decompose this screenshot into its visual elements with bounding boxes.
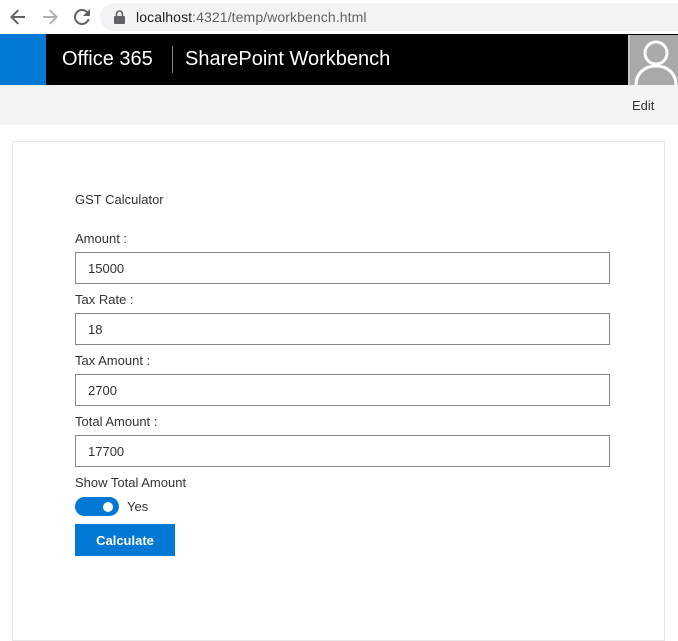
tax-rate-label: Tax Rate : (75, 292, 134, 307)
show-total-toggle[interactable] (75, 497, 119, 516)
url-path: :4321/temp/workbench.html (192, 9, 367, 25)
lock-icon (114, 10, 126, 24)
tax-rate-input[interactable] (75, 313, 610, 345)
user-avatar-button[interactable] (628, 35, 678, 85)
app-title: SharePoint Workbench (185, 48, 391, 70)
app-launcher-button[interactable] (0, 34, 46, 85)
forward-button[interactable] (38, 5, 62, 29)
browser-toolbar: localhost:4321/temp/workbench.html (0, 0, 678, 34)
brand-label[interactable]: Office 365 (62, 48, 153, 71)
url-text: localhost:4321/temp/workbench.html (136, 9, 367, 25)
edit-button[interactable]: Edit (632, 98, 654, 113)
command-bar: Edit (0, 85, 678, 125)
total-amount-label: Total Amount : (75, 414, 158, 429)
reload-icon (74, 9, 90, 25)
arrow-left-icon (10, 9, 25, 25)
reload-button[interactable] (70, 5, 94, 29)
address-bar[interactable]: localhost:4321/temp/workbench.html (100, 3, 678, 31)
amount-label: Amount : (75, 231, 128, 246)
toggle-thumb (103, 502, 113, 512)
total-amount-input[interactable] (75, 435, 610, 467)
arrow-right-icon (43, 9, 58, 25)
amount-input[interactable] (75, 252, 610, 284)
suite-bar: Office 365 SharePoint Workbench (0, 34, 678, 85)
webpart-title: GST Calculator (75, 192, 164, 207)
show-total-label: Show Total Amount (75, 475, 187, 490)
calculate-button[interactable]: Calculate (75, 524, 175, 556)
url-host: localhost (136, 9, 193, 25)
suite-divider (172, 46, 173, 73)
back-button[interactable] (6, 5, 30, 29)
tax-amount-label: Tax Amount : (75, 353, 151, 368)
toggle-state-text: Yes (127, 499, 149, 514)
tax-amount-input[interactable] (75, 374, 610, 406)
user-avatar-icon (634, 40, 678, 85)
